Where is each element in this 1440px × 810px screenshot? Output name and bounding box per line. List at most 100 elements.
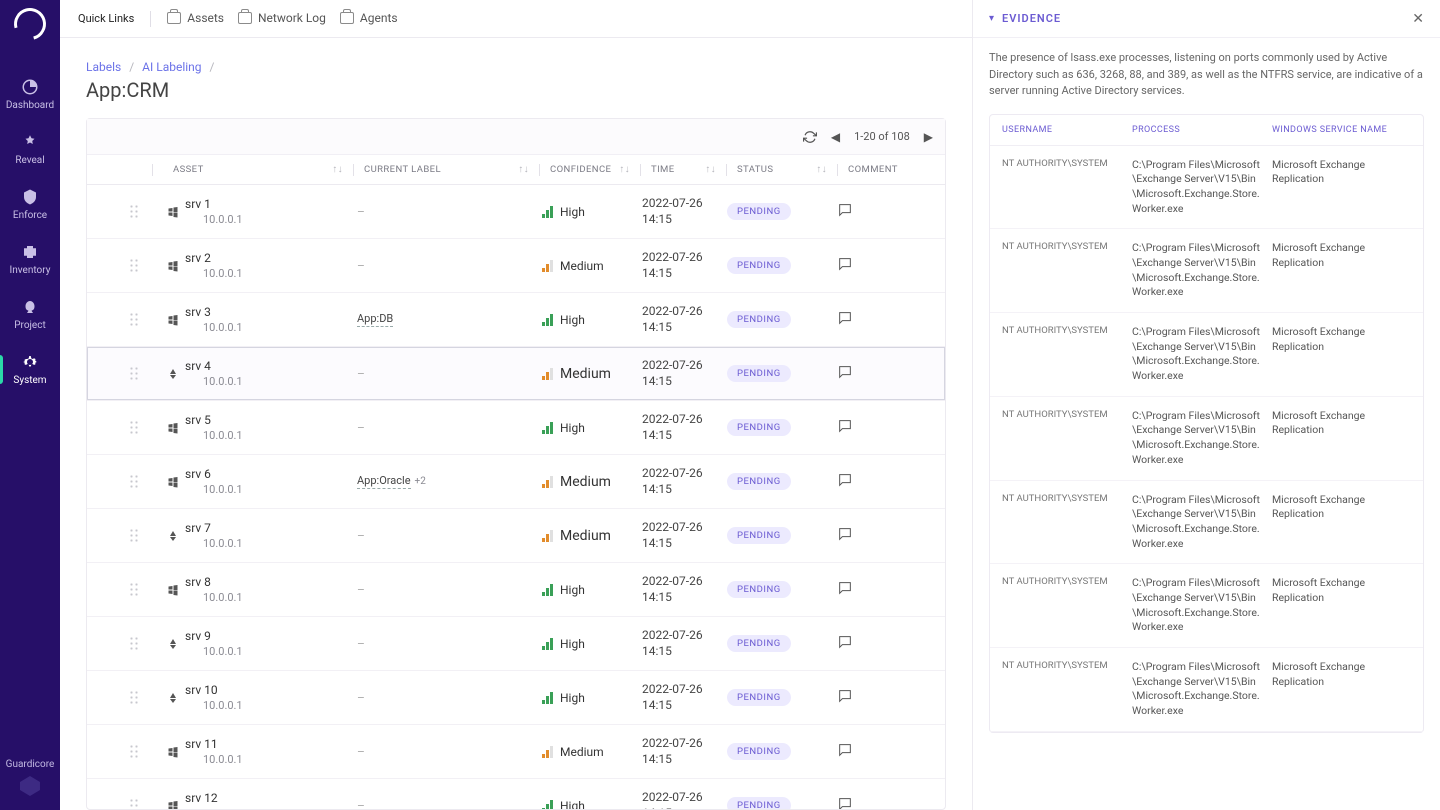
time-value: 2022-07-2614:15 bbox=[642, 682, 703, 713]
time-value: 2022-07-2614:15 bbox=[642, 790, 703, 809]
asset-name: srv 9 bbox=[185, 629, 243, 645]
drag-handle-icon[interactable] bbox=[129, 420, 139, 436]
confidence-value: Medium bbox=[542, 259, 604, 273]
quicklink-network-log[interactable]: Network Log bbox=[238, 11, 326, 25]
table-row[interactable]: srv 1010.0.0.1–High2022-07-2614:15PENDIN… bbox=[87, 671, 945, 725]
time-value: 2022-07-2614:15 bbox=[642, 466, 703, 497]
folder-icon bbox=[238, 12, 252, 24]
drag-handle-icon[interactable] bbox=[129, 582, 139, 598]
sidebar-item-system[interactable]: System bbox=[0, 345, 60, 394]
windows-icon bbox=[167, 800, 179, 810]
table-row[interactable]: srv 510.0.0.1–High2022-07-2614:15PENDING bbox=[87, 401, 945, 455]
evidence-row: NT AUTHORITY\SYSTEMC:\Program Files\Micr… bbox=[990, 229, 1423, 313]
status-badge: PENDING bbox=[727, 581, 791, 598]
confidence-value: High bbox=[542, 421, 585, 435]
ev-username: NT AUTHORITY\SYSTEM bbox=[1002, 241, 1132, 300]
table-row[interactable]: srv 610.0.0.1App:Oracle+2Medium2022-07-2… bbox=[87, 455, 945, 509]
comment-icon[interactable] bbox=[837, 256, 853, 275]
comment-icon[interactable] bbox=[837, 742, 853, 761]
comment-icon[interactable] bbox=[837, 472, 853, 491]
breadcrumb-ai-labeling[interactable]: AI Labeling bbox=[142, 60, 201, 74]
sort-icon[interactable]: ↑↓ bbox=[705, 164, 716, 175]
label-chip[interactable]: App:Oracle bbox=[357, 474, 411, 489]
asset-name: srv 12 bbox=[185, 791, 243, 807]
drag-handle-icon[interactable] bbox=[129, 204, 139, 220]
evidence-row: NT AUTHORITY\SYSTEMC:\Program Files\Micr… bbox=[990, 397, 1423, 481]
comment-icon[interactable] bbox=[837, 688, 853, 707]
table-row[interactable]: srv 1110.0.0.1–Medium2022-07-2614:15PEND… bbox=[87, 725, 945, 779]
windows-icon bbox=[167, 314, 179, 326]
status-badge: PENDING bbox=[727, 635, 791, 652]
evidence-row: NT AUTHORITY\SYSTEMC:\Program Files\Micr… bbox=[990, 564, 1423, 648]
drag-handle-icon[interactable] bbox=[129, 366, 139, 382]
ev-service: Microsoft Exchange Replication bbox=[1272, 576, 1411, 635]
comment-icon[interactable] bbox=[837, 634, 853, 653]
drag-handle-icon[interactable] bbox=[129, 312, 139, 328]
quicklink-assets[interactable]: Assets bbox=[167, 11, 224, 25]
table-row[interactable]: srv 1210.0.0.1–High2022-07-2614:15PENDIN… bbox=[87, 779, 945, 809]
asset-name: srv 4 bbox=[185, 359, 243, 375]
evidence-row: NT AUTHORITY\SYSTEMC:\Program Files\Micr… bbox=[990, 481, 1423, 565]
enforce-icon bbox=[21, 188, 39, 206]
confidence-value: Medium bbox=[542, 474, 611, 490]
drag-handle-icon[interactable] bbox=[129, 528, 139, 544]
comment-icon[interactable] bbox=[837, 418, 853, 437]
signal-icon bbox=[542, 530, 554, 542]
sort-icon[interactable]: ↑↓ bbox=[619, 164, 630, 175]
drag-handle-icon[interactable] bbox=[129, 744, 139, 760]
time-value: 2022-07-2614:15 bbox=[642, 628, 703, 659]
time-value: 2022-07-2614:15 bbox=[642, 736, 703, 767]
signal-icon bbox=[542, 584, 554, 596]
asset-name: srv 10 bbox=[185, 683, 243, 699]
comment-icon[interactable] bbox=[837, 202, 853, 221]
status-badge: PENDING bbox=[727, 365, 791, 382]
table-row[interactable]: srv 210.0.0.1–Medium2022-07-2614:15PENDI… bbox=[87, 239, 945, 293]
sidebar-item-inventory[interactable]: Inventory bbox=[0, 235, 60, 284]
asset-ip: 10.0.0.1 bbox=[203, 483, 243, 496]
sort-icon[interactable]: ↑↓ bbox=[518, 164, 529, 175]
table-row[interactable]: srv 910.0.0.1–High2022-07-2614:15PENDING bbox=[87, 617, 945, 671]
folder-icon bbox=[340, 12, 354, 24]
breadcrumb-labels[interactable]: Labels bbox=[86, 60, 121, 74]
drag-handle-icon[interactable] bbox=[129, 258, 139, 274]
evidence-row: NT AUTHORITY\SYSTEMC:\Program Files\Micr… bbox=[990, 146, 1423, 230]
drag-handle-icon[interactable] bbox=[129, 636, 139, 652]
ev-username: NT AUTHORITY\SYSTEM bbox=[1002, 493, 1132, 552]
drag-handle-icon[interactable] bbox=[129, 798, 139, 810]
pager-prev-icon[interactable]: ◀ bbox=[831, 130, 840, 144]
comment-icon[interactable] bbox=[837, 310, 853, 329]
sidebar-item-enforce[interactable]: Enforce bbox=[0, 180, 60, 229]
asset-ip: 10.0.0.1 bbox=[203, 591, 243, 604]
signal-icon bbox=[542, 692, 554, 704]
quicklink-agents[interactable]: Agents bbox=[340, 11, 398, 25]
drag-handle-icon[interactable] bbox=[129, 474, 139, 490]
reveal-icon bbox=[21, 133, 39, 151]
table-row[interactable]: srv 110.0.0.1–High2022-07-2614:15PENDING bbox=[87, 185, 945, 239]
comment-icon[interactable] bbox=[837, 526, 853, 545]
refresh-icon[interactable] bbox=[803, 130, 817, 144]
sidebar-item-reveal[interactable]: Reveal bbox=[0, 125, 60, 174]
sidebar-item-dashboard[interactable]: Dashboard bbox=[0, 70, 60, 119]
signal-icon bbox=[542, 314, 554, 326]
sidebar-item-project[interactable]: Project bbox=[0, 290, 60, 339]
confidence-value: High bbox=[542, 313, 585, 327]
windows-icon bbox=[167, 422, 179, 434]
project-icon bbox=[21, 298, 39, 316]
ev-service: Microsoft Exchange Replication bbox=[1272, 241, 1411, 300]
pager-next-icon[interactable]: ▶ bbox=[924, 130, 933, 144]
table-row[interactable]: srv 310.0.0.1App:DBHigh2022-07-2614:15PE… bbox=[87, 293, 945, 347]
table-row[interactable]: srv 710.0.0.1–Medium2022-07-2614:15PENDI… bbox=[87, 509, 945, 563]
comment-icon[interactable] bbox=[837, 364, 853, 383]
sort-icon[interactable]: ↑↓ bbox=[816, 164, 827, 175]
drag-handle-icon[interactable] bbox=[129, 690, 139, 706]
label-chip[interactable]: App:DB bbox=[357, 312, 393, 327]
comment-icon[interactable] bbox=[837, 796, 853, 809]
ev-process: C:\Program Files\Microsoft\Exchange Serv… bbox=[1132, 325, 1272, 384]
sort-icon[interactable]: ↑↓ bbox=[332, 164, 343, 175]
comment-icon[interactable] bbox=[837, 580, 853, 599]
ev-service: Microsoft Exchange Replication bbox=[1272, 660, 1411, 719]
table-row[interactable]: srv 810.0.0.1–High2022-07-2614:15PENDING bbox=[87, 563, 945, 617]
close-icon[interactable]: ✕ bbox=[1412, 11, 1424, 27]
chevron-down-icon[interactable]: ▾ bbox=[989, 13, 994, 24]
table-row[interactable]: srv 410.0.0.1–Medium2022-07-2614:15PENDI… bbox=[87, 347, 945, 401]
